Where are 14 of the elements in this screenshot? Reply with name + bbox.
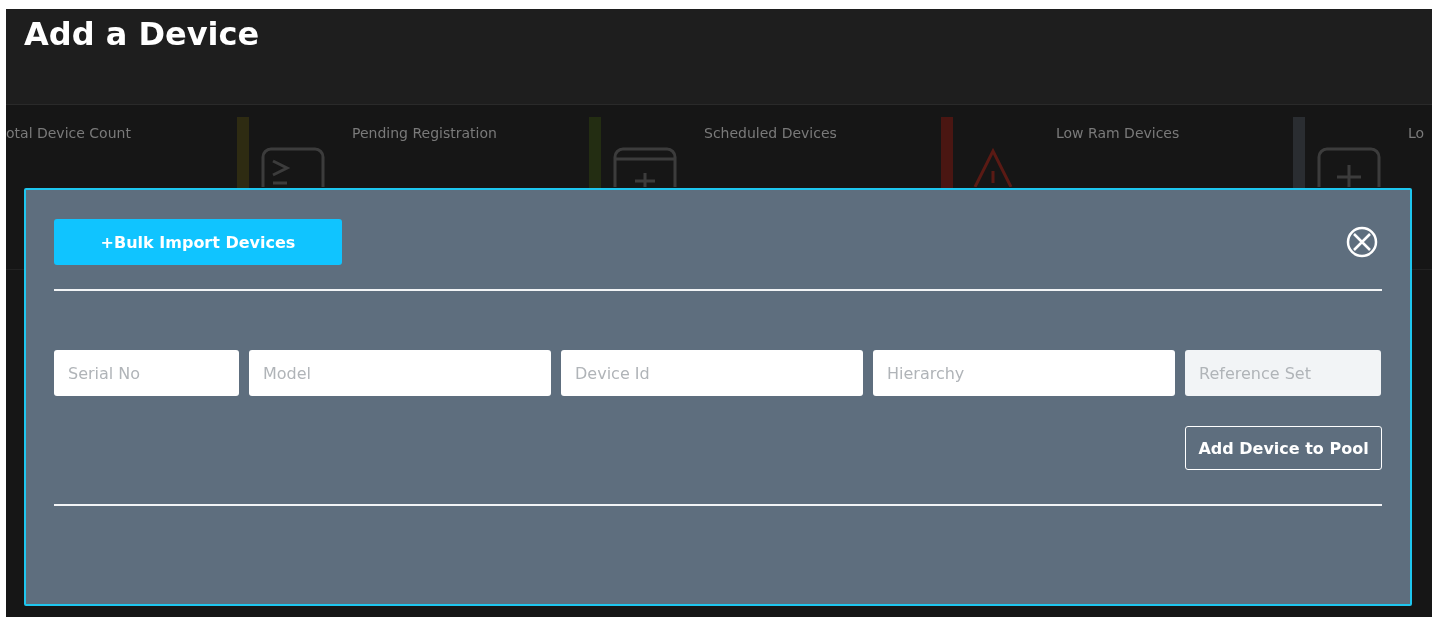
text-input-field[interactable]: Hierarchy bbox=[873, 350, 1175, 396]
stat-label: Scheduled Devices bbox=[704, 125, 837, 143]
terminal-icon bbox=[261, 147, 325, 187]
stat-label: Pending Registration bbox=[352, 125, 497, 143]
text-input-field[interactable]: Serial No bbox=[54, 350, 239, 396]
stat-label: otal Device Count bbox=[6, 125, 131, 143]
stat-label: Lo bbox=[1408, 125, 1425, 143]
page-title: Add a Device bbox=[24, 15, 260, 53]
add-device-button[interactable]: Add Device to Pool bbox=[1185, 426, 1382, 470]
window-plus-icon bbox=[613, 147, 677, 187]
stat-label: Low Ram Devices bbox=[1056, 125, 1180, 143]
text-input-field[interactable]: Model bbox=[249, 350, 551, 396]
close-icon[interactable] bbox=[1346, 226, 1378, 258]
text-input-field[interactable]: Device Id bbox=[561, 350, 863, 396]
